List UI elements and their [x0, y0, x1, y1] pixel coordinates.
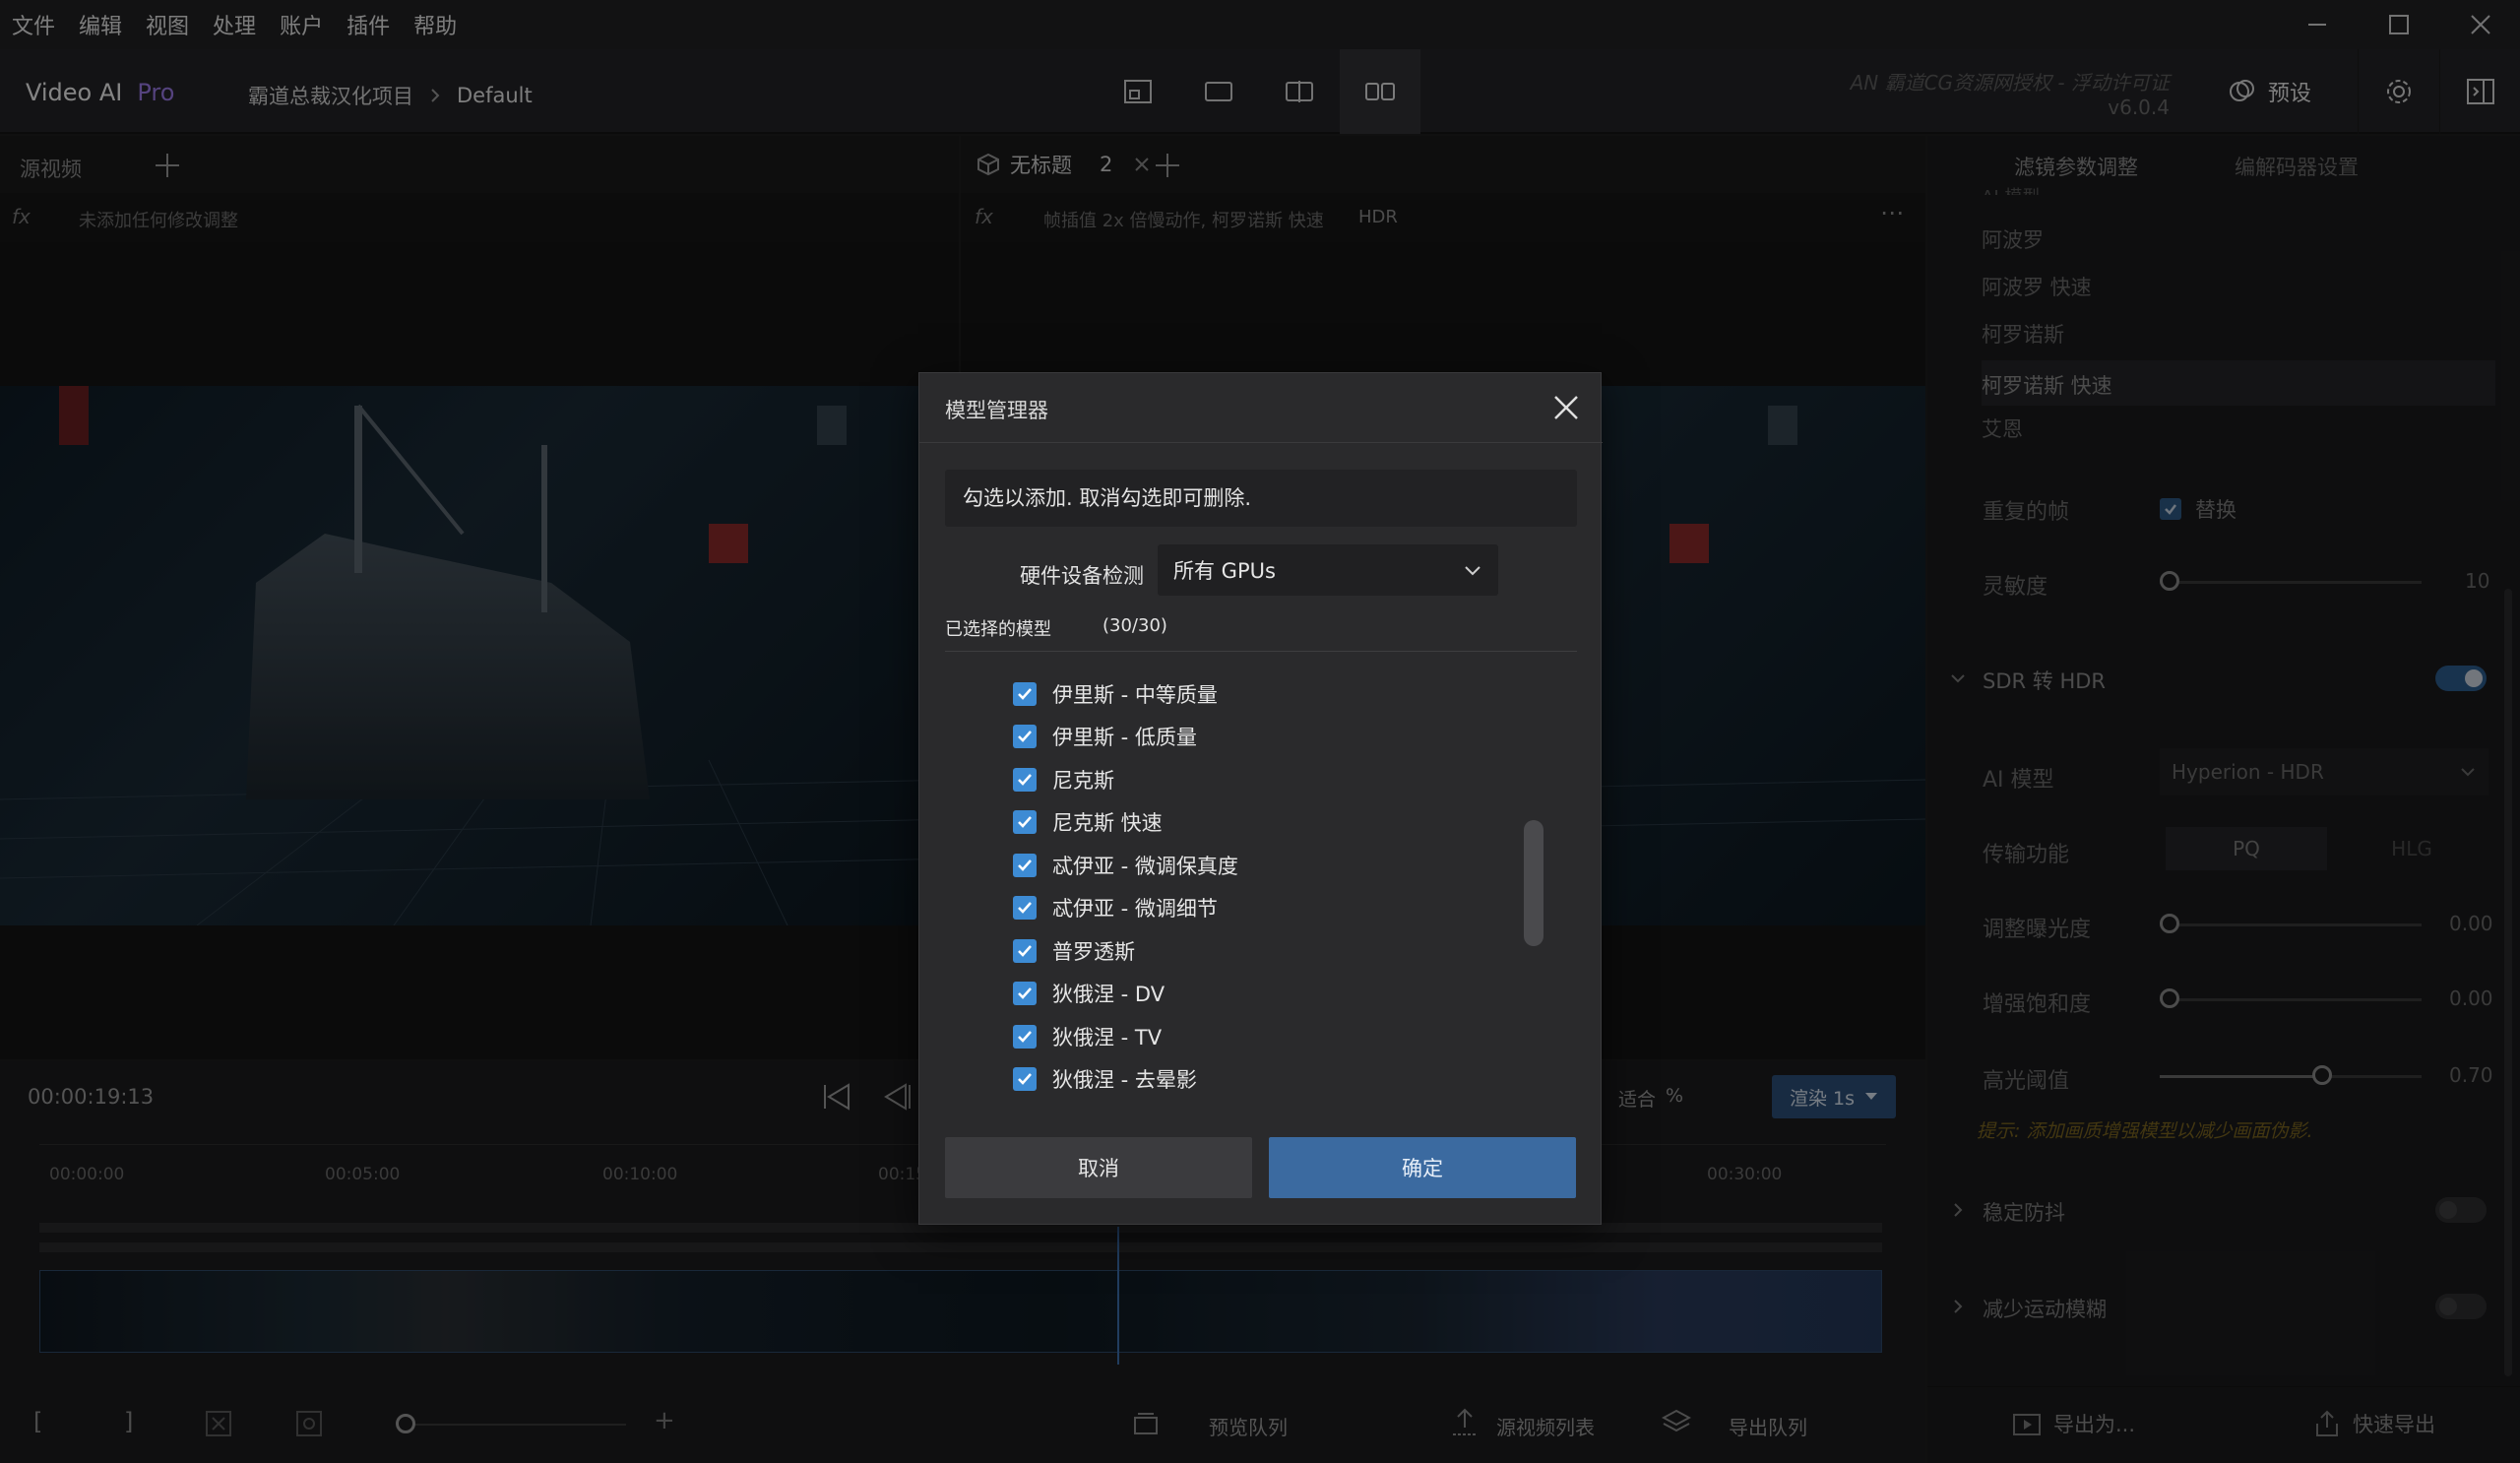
checkbox-checked — [1013, 939, 1037, 963]
model-name: 尼克斯 — [1052, 769, 1114, 793]
model-name: 狄俄涅 - TV — [1052, 1026, 1163, 1050]
model-checkbox-item[interactable]: 普罗透斯 — [1013, 934, 1135, 968]
checkmark-icon — [1018, 859, 1032, 871]
hardware-value: 所有 GPUs — [1173, 559, 1276, 583]
checkmark-icon — [1018, 1031, 1032, 1043]
checkbox-checked — [1013, 896, 1037, 920]
model-checkbox-item[interactable]: 尼克斯 — [1013, 763, 1114, 796]
checkbox-checked — [1013, 854, 1037, 877]
dialog-hint: 勾选以添加. 取消勾选即可删除. — [945, 470, 1577, 527]
checkmark-icon — [1018, 987, 1032, 999]
checkmark-icon — [1018, 902, 1032, 914]
model-name: 狄俄涅 - DV — [1052, 983, 1166, 1006]
checkbox-checked — [1013, 810, 1037, 834]
cancel-button[interactable]: 取消 — [945, 1137, 1252, 1198]
checkbox-checked — [1013, 725, 1037, 748]
model-checkbox-item[interactable]: 尼克斯 快速 — [1013, 805, 1163, 839]
checkbox-checked — [1013, 982, 1037, 1005]
selected-models-label: 已选择的模型 — [945, 619, 1051, 640]
checkbox-checked — [1013, 768, 1037, 792]
close-icon[interactable] — [1551, 393, 1581, 422]
checkmark-icon — [1018, 1073, 1032, 1085]
model-manager-dialog: 模型管理器 勾选以添加. 取消勾选即可删除. 硬件设备检测 所有 GPUs 已选… — [918, 372, 1603, 1225]
checkmark-icon — [1018, 688, 1032, 700]
checkbox-checked — [1013, 1067, 1037, 1091]
checkmark-icon — [1018, 816, 1032, 828]
hardware-label: 硬件设备检测 — [1020, 564, 1144, 588]
model-name: 忒伊亚 - 微调保真度 — [1052, 855, 1238, 878]
model-name: 尼克斯 快速 — [1052, 811, 1163, 835]
model-checkbox-item[interactable]: 狄俄涅 - 去晕影 — [1013, 1062, 1197, 1096]
list-divider — [945, 651, 1577, 652]
model-name: 忒伊亚 - 微调细节 — [1052, 897, 1218, 921]
model-name: 伊里斯 - 中等质量 — [1052, 683, 1218, 707]
chevron-down-icon — [1465, 566, 1480, 576]
model-list-scrollbar[interactable] — [1524, 820, 1544, 946]
dialog-divider — [919, 442, 1603, 443]
model-name: 普罗透斯 — [1052, 940, 1135, 964]
checkmark-icon — [1018, 731, 1032, 742]
selected-models-count: (30/30) — [1102, 615, 1167, 636]
checkmark-icon — [1018, 945, 1032, 957]
checkbox-checked — [1013, 682, 1037, 706]
model-checkbox-item[interactable]: 忒伊亚 - 微调细节 — [1013, 891, 1218, 924]
checkmark-icon — [1018, 774, 1032, 786]
hardware-select[interactable]: 所有 GPUs — [1158, 544, 1498, 596]
ok-button[interactable]: 确定 — [1269, 1137, 1576, 1198]
model-name: 伊里斯 - 低质量 — [1052, 726, 1197, 749]
model-name: 狄俄涅 - 去晕影 — [1052, 1068, 1197, 1092]
model-checkbox-item[interactable]: 伊里斯 - 中等质量 — [1013, 677, 1218, 711]
model-checkbox-item[interactable]: 伊里斯 - 低质量 — [1013, 720, 1197, 753]
model-checkbox-item[interactable]: 狄俄涅 - TV — [1013, 1020, 1162, 1053]
checkbox-checked — [1013, 1025, 1037, 1049]
model-checkbox-item[interactable]: 狄俄涅 - DV — [1013, 977, 1165, 1010]
model-checkbox-item[interactable]: 忒伊亚 - 微调保真度 — [1013, 849, 1238, 882]
dialog-title: 模型管理器 — [945, 399, 1048, 422]
